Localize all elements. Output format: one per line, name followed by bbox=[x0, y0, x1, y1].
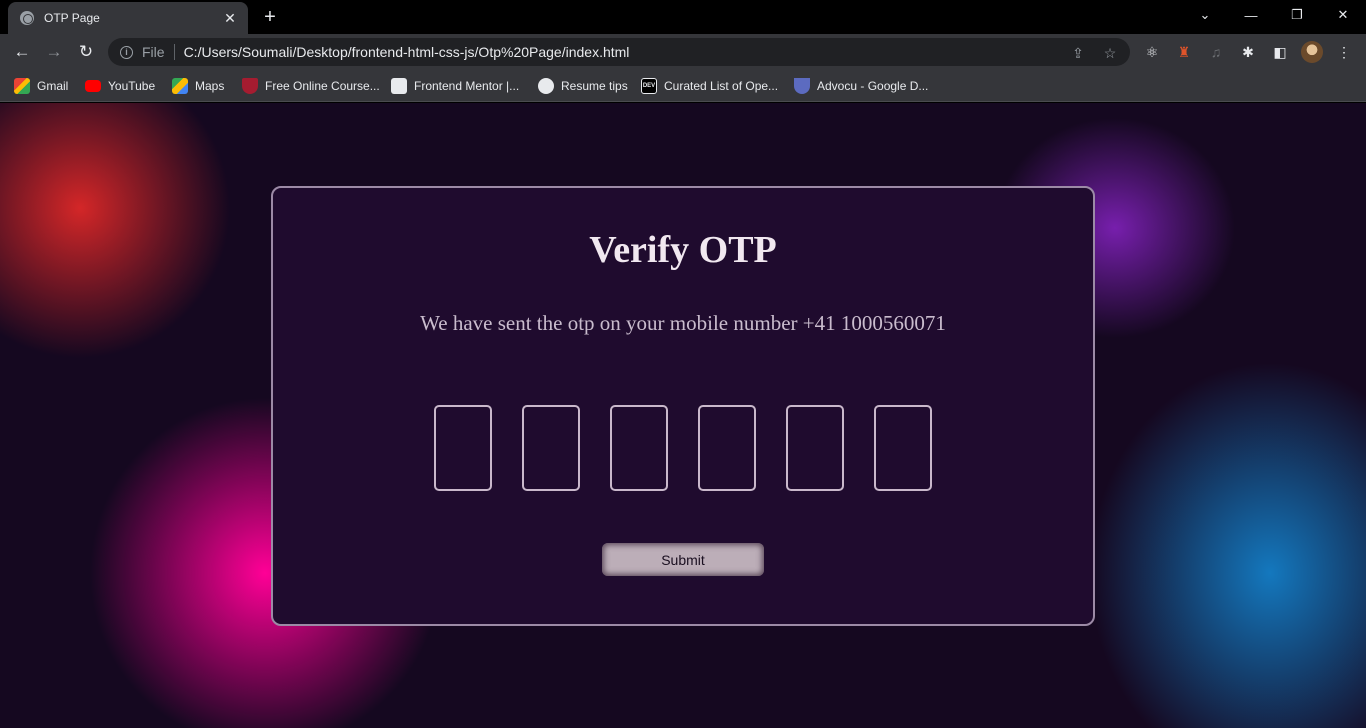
youtube-icon bbox=[85, 80, 101, 92]
advocu-icon bbox=[794, 78, 810, 94]
globe-icon bbox=[538, 78, 554, 94]
minimize-button[interactable]: — bbox=[1228, 0, 1274, 30]
maps-icon bbox=[172, 78, 188, 94]
bookmark-youtube[interactable]: YouTube bbox=[85, 77, 155, 95]
side-panel-icon[interactable]: ◧ bbox=[1271, 43, 1289, 61]
otp-card: Verify OTP We have sent the otp on your … bbox=[271, 186, 1095, 626]
submit-button[interactable]: Submit bbox=[602, 543, 764, 576]
react-devtools-icon[interactable]: ⚛ bbox=[1143, 43, 1161, 61]
page-title: Verify OTP bbox=[589, 229, 777, 271]
extension-disabled-icon[interactable]: ♫ bbox=[1207, 43, 1225, 61]
bookmark-advocu[interactable]: Advocu - Google D... bbox=[794, 77, 928, 95]
bookmark-label: Frontend Mentor |... bbox=[414, 79, 520, 93]
extension-icon[interactable]: ♜ bbox=[1175, 43, 1193, 61]
otp-digit-2[interactable] bbox=[522, 405, 580, 491]
close-window-button[interactable]: ✕ bbox=[1320, 0, 1366, 30]
otp-sent-message: We have sent the otp on your mobile numb… bbox=[420, 311, 946, 335]
tab-strip: OTP Page ✕ + ⌄ — ❐ ✕ bbox=[0, 0, 1366, 34]
close-tab-icon[interactable]: ✕ bbox=[222, 10, 238, 27]
menu-kebab-icon[interactable]: ⋮ bbox=[1335, 43, 1353, 61]
otp-input-group bbox=[434, 405, 934, 493]
site-info-icon[interactable]: i bbox=[120, 45, 133, 59]
page-viewport: Verify OTP We have sent the otp on your … bbox=[0, 103, 1366, 728]
otp-digit-5[interactable] bbox=[786, 405, 844, 491]
frontend-mentor-icon bbox=[391, 78, 407, 94]
restore-button[interactable]: ❐ bbox=[1274, 0, 1320, 30]
share-icon[interactable]: ⇪ bbox=[1070, 45, 1086, 61]
otp-digit-1[interactable] bbox=[434, 405, 492, 491]
bookmarks-bar: Gmail YouTube Maps Free Online Course...… bbox=[0, 70, 1366, 102]
gmail-icon bbox=[14, 78, 30, 94]
dev-icon: DEV bbox=[641, 78, 657, 94]
address-bar[interactable]: i File C:/Users/Soumali/Desktop/frontend… bbox=[108, 38, 1130, 66]
otp-digit-6[interactable] bbox=[874, 405, 932, 491]
forward-button[interactable]: → bbox=[42, 40, 66, 64]
bookmark-label: Advocu - Google D... bbox=[817, 79, 929, 93]
scheme-label: File bbox=[142, 44, 175, 60]
new-tab-button[interactable]: + bbox=[258, 6, 282, 28]
tab-search-button[interactable]: ⌄ bbox=[1182, 0, 1228, 30]
extensions-puzzle-icon[interactable]: ✱ bbox=[1239, 43, 1257, 61]
otp-digit-4[interactable] bbox=[698, 405, 756, 491]
bookmark-free-online-courses[interactable]: Free Online Course... bbox=[242, 77, 380, 95]
bookmark-label: YouTube bbox=[108, 79, 156, 93]
url-text[interactable]: C:/Users/Soumali/Desktop/frontend-html-c… bbox=[184, 44, 630, 60]
tab-otp-page[interactable]: OTP Page ✕ bbox=[8, 2, 248, 34]
bookmark-resume-tips[interactable]: Resume tips bbox=[538, 77, 628, 95]
profile-avatar[interactable] bbox=[1301, 41, 1323, 63]
tab-title: OTP Page bbox=[44, 11, 100, 25]
harvard-icon bbox=[242, 78, 258, 94]
back-button[interactable]: ← bbox=[10, 40, 34, 64]
globe-icon bbox=[20, 11, 34, 25]
bookmark-label: Free Online Course... bbox=[265, 79, 380, 93]
bookmark-gmail[interactable]: Gmail bbox=[14, 77, 68, 95]
bookmark-label: Gmail bbox=[37, 79, 69, 93]
browser-toolbar: ← → ↻ i File C:/Users/Soumali/Desktop/fr… bbox=[0, 34, 1366, 70]
bookmark-star-icon[interactable]: ☆ bbox=[1102, 45, 1118, 61]
reload-button[interactable]: ↻ bbox=[74, 40, 98, 64]
bookmark-label: Resume tips bbox=[561, 79, 628, 93]
bookmark-frontend-mentor[interactable]: Frontend Mentor |... bbox=[391, 77, 519, 95]
bookmark-label: Maps bbox=[195, 79, 225, 93]
bookmark-curated-list[interactable]: DEV Curated List of Ope... bbox=[641, 77, 778, 95]
bookmark-maps[interactable]: Maps bbox=[172, 77, 224, 95]
otp-digit-3[interactable] bbox=[610, 405, 668, 491]
bookmark-label: Curated List of Ope... bbox=[664, 79, 779, 93]
